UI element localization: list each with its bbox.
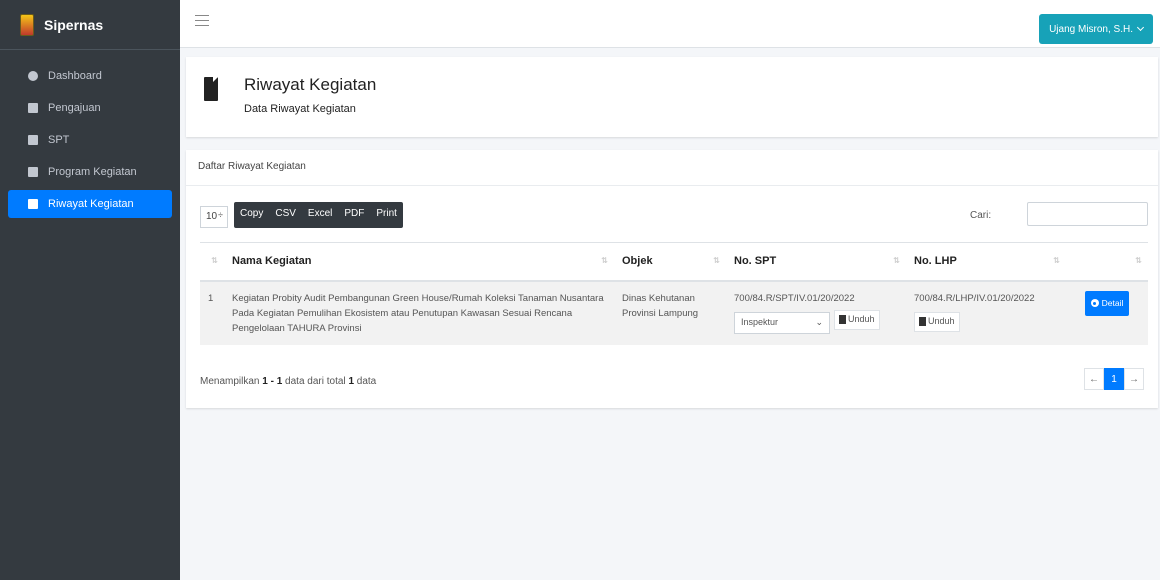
column-header-index[interactable]: ⇅ [200,242,224,282]
column-header-no-lhp[interactable]: No. LHP ⇅ [906,242,1066,282]
document-icon [204,77,218,101]
no-lhp-value: 700/84.R/LHP/IV.01/20/2022 [914,292,1035,304]
no-lhp-cell: 700/84.R/LHP/IV.01/20/2022 Unduh [906,280,1066,345]
table-info: Menampilkan 1 - 1 data dari total 1 data [200,376,377,387]
sort-icon: ⇅ [601,256,608,265]
signer-select[interactable]: Inspektur ⌄ [734,311,830,334]
file-icon [28,199,38,209]
sidebar-item-pengajuan[interactable]: Pengajuan [8,94,172,122]
file-icon [919,317,926,326]
column-header-action[interactable]: ⇅ [1066,242,1148,282]
table-row: 1 Kegiatan Probity Audit Pembangunan Gre… [200,280,1148,345]
user-name: Ujang Misron, S.H. [1049,23,1133,35]
file-icon [28,167,38,177]
sidebar-item-spt[interactable]: SPT [8,126,172,154]
chevron-down-icon: ⌄ [815,317,823,327]
prev-page-button[interactable]: ← [1084,368,1104,390]
sidebar-item-label: Dashboard [48,70,102,82]
search-label: Cari: [970,210,992,221]
sort-icon: ⇅ [1053,256,1060,265]
page-1-button[interactable]: 1 [1104,368,1124,390]
card-title: Daftar Riwayat Kegiatan [186,150,1158,186]
sidebar-item-dashboard[interactable]: Dashboard [8,62,172,90]
sort-icon: ⇅ [893,256,900,265]
csv-button[interactable]: CSV [269,202,302,228]
page-header: Riwayat Kegiatan Data Riwayat Kegiatan [186,57,1158,137]
brand-name: Sipernas [44,16,104,33]
sort-icon: ⇅ [1135,256,1142,265]
file-icon [28,103,38,113]
user-menu-button[interactable]: Ujang Misron, S.H. [1039,14,1153,44]
file-icon [28,135,38,145]
column-header-no-spt[interactable]: No. SPT ⇅ [726,242,906,282]
list-card: Daftar Riwayat Kegiatan 10 Copy CSV Exce… [186,150,1158,408]
objek-cell: Dinas Kehutanan Provinsi Lampung [614,280,726,345]
export-buttons: Copy CSV Excel PDF Print [234,202,403,228]
column-header-nama[interactable]: Nama Kegiatan ⇅ [224,242,614,282]
chevron-down-icon [1136,23,1145,32]
column-header-objek[interactable]: Objek ⇅ [614,242,726,282]
no-spt-value: 700/84.R/SPT/IV.01/20/2022 [734,292,855,304]
data-table: ⇅ Nama Kegiatan ⇅ Objek ⇅ No. SPT ⇅ No. LHP… [200,242,1148,345]
dashboard-icon [28,71,38,81]
action-cell: Detail [1066,280,1148,345]
eye-icon [1090,299,1099,307]
page-title: Riwayat Kegiatan [244,75,377,94]
sidebar-item-label: Riwayat Kegiatan [48,198,134,210]
sidebar-nav: Dashboard Pengajuan SPT Program Kegiatan… [0,50,180,218]
print-button[interactable]: Print [370,202,403,228]
logo-icon [20,13,34,36]
sort-icon: ⇅ [211,256,218,265]
nama-kegiatan-cell: Kegiatan Probity Audit Pembangunan Green… [224,280,614,345]
sidebar-item-program-kegiatan[interactable]: Program Kegiatan [8,158,172,186]
sort-icon: ⇅ [713,256,720,265]
row-index: 1 [200,280,224,345]
next-page-button[interactable]: → [1124,368,1144,390]
sidebar-item-label: SPT [48,134,70,146]
sidebar-item-riwayat-kegiatan[interactable]: Riwayat Kegiatan [8,190,172,218]
topbar: Ujang Misron, S.H. [180,0,1160,48]
page-subtitle: Data Riwayat Kegiatan [244,103,356,115]
sidebar: Sipernas Dashboard Pengajuan SPT Program… [0,0,180,580]
file-icon [839,315,846,324]
brand[interactable]: Sipernas [0,0,180,50]
sidebar-item-label: Pengajuan [48,102,101,114]
no-spt-cell: 700/84.R/SPT/IV.01/20/2022 Inspektur ⌄ U… [726,280,906,345]
sidebar-item-label: Program Kegiatan [48,166,137,178]
menu-toggle-icon[interactable] [195,15,209,27]
copy-button[interactable]: Copy [234,202,269,228]
search-input[interactable] [1027,202,1148,226]
download-lhp-button[interactable]: Unduh [914,311,960,332]
page-length-select[interactable]: 10 [200,206,228,228]
detail-button[interactable]: Detail [1084,290,1130,316]
pagination: ← 1 → [1084,368,1144,390]
pdf-button[interactable]: PDF [338,202,370,228]
download-spt-button[interactable]: Unduh [834,309,880,330]
excel-button[interactable]: Excel [302,202,338,228]
